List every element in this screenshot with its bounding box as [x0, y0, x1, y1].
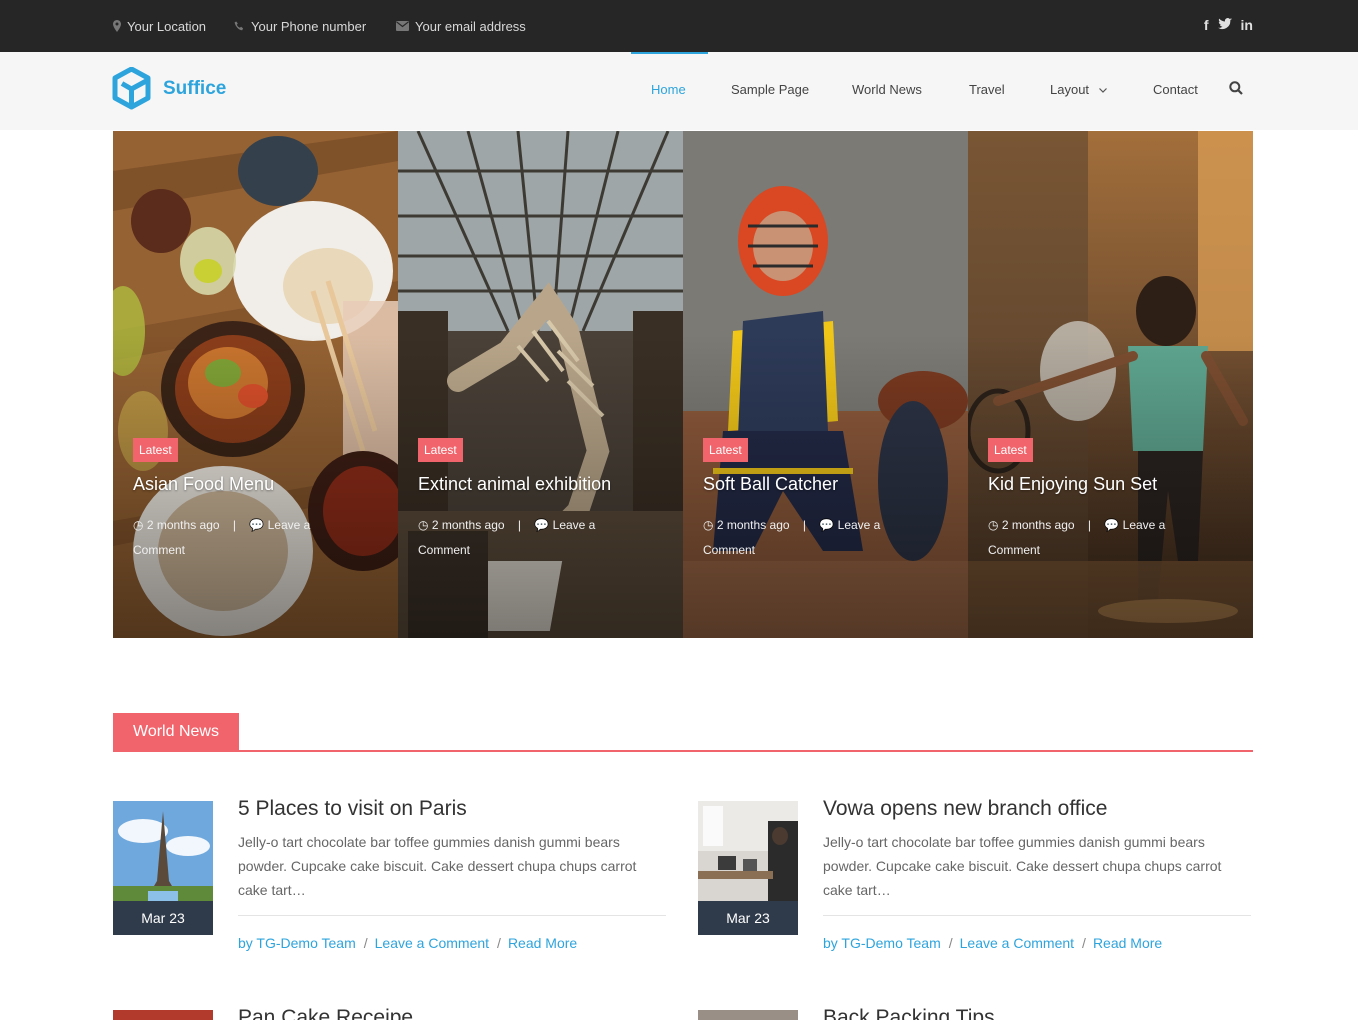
- comment-icon: 💬: [819, 518, 835, 532]
- email-info: Your email address: [396, 0, 526, 52]
- post-links: by TG-Demo Team / Leave a Comment / Read Mor…: [823, 935, 1162, 951]
- post-title[interactable]: Vowa opens new branch office: [823, 797, 1107, 821]
- latest-badge[interactable]: Latest: [133, 438, 178, 462]
- slide-meta: ◷ 2 months ago | 💬 Leave a Comment: [703, 513, 918, 563]
- slide-meta: ◷ 2 months ago | 💬 Leave a Comment: [418, 513, 633, 563]
- envelope-icon: [396, 21, 409, 31]
- clock-icon: ◷: [133, 518, 144, 532]
- author-link[interactable]: by TG-Demo Team: [238, 935, 356, 951]
- site-header: Suffice Home Sample Page World News Trav…: [0, 52, 1358, 130]
- location-info: Your Location: [113, 0, 206, 52]
- top-bar: Your Location Your Phone number Your ema…: [0, 0, 1358, 52]
- location-text: Your Location: [127, 18, 207, 34]
- nav-travel[interactable]: Travel: [969, 82, 1005, 97]
- nav-layout[interactable]: Layout: [1050, 82, 1107, 97]
- phone-info: Your Phone number: [234, 0, 366, 52]
- search-icon[interactable]: [1229, 81, 1243, 100]
- slide-time[interactable]: 2 months ago: [717, 518, 790, 532]
- slide-time[interactable]: 2 months ago: [147, 518, 220, 532]
- twitter-icon[interactable]: [1217, 17, 1232, 33]
- post-excerpt: Jelly-o tart chocolate bar toffee gummie…: [823, 834, 1222, 898]
- post-title[interactable]: Back Packing Tips: [823, 1006, 995, 1020]
- email-text: Your email address: [415, 18, 526, 34]
- active-nav-indicator: [631, 52, 708, 54]
- latest-badge[interactable]: Latest: [988, 438, 1033, 462]
- section-title[interactable]: World News: [113, 713, 239, 750]
- divider: [823, 915, 1251, 916]
- nav-home[interactable]: Home: [651, 82, 686, 97]
- post-thumbnail[interactable]: Mar 23: [698, 801, 798, 935]
- link-separator: /: [948, 935, 953, 951]
- social-links: f in: [1204, 17, 1253, 33]
- cube-logo-icon: [112, 67, 151, 110]
- comment-link[interactable]: Leave a Comment: [375, 935, 489, 951]
- nav-sample-page[interactable]: Sample Page: [731, 82, 809, 97]
- post-title[interactable]: Pan Cake Receipe: [238, 1006, 413, 1020]
- author-link[interactable]: by TG-Demo Team: [823, 935, 941, 951]
- post-card: Pan Cake Receipe: [113, 1006, 668, 1020]
- post-date: Mar 23: [113, 901, 213, 935]
- divider: [238, 915, 666, 916]
- slide-title[interactable]: Extinct animal exhibition: [418, 474, 611, 495]
- facebook-icon[interactable]: f: [1204, 17, 1209, 33]
- comment-icon: 💬: [249, 518, 265, 532]
- clock-icon: ◷: [988, 518, 999, 532]
- post-date: Mar 23: [698, 901, 798, 935]
- slide-title[interactable]: Asian Food Menu: [133, 474, 274, 495]
- slide-kid-sunset[interactable]: Latest Kid Enjoying Sun Set ◷ 2 months a…: [968, 131, 1253, 638]
- phone-text: Your Phone number: [251, 18, 367, 34]
- phone-icon: [234, 21, 245, 32]
- post-excerpt: Jelly-o tart chocolate bar toffee gummie…: [238, 834, 637, 898]
- post-card: Back Packing Tips: [698, 1006, 1253, 1020]
- latest-badge[interactable]: Latest: [418, 438, 463, 462]
- link-separator: /: [363, 935, 368, 951]
- post-links: by TG-Demo Team / Leave a Comment / Read Mor…: [238, 935, 577, 951]
- slide-asian-food[interactable]: Latest Asian Food Menu ◷ 2 months ago | …: [113, 131, 398, 638]
- post-thumbnail[interactable]: [113, 1010, 213, 1020]
- comment-icon: 💬: [1104, 518, 1120, 532]
- slide-title[interactable]: Kid Enjoying Sun Set: [988, 474, 1157, 495]
- slide-time[interactable]: 2 months ago: [432, 518, 505, 532]
- slide-meta: ◷ 2 months ago | 💬 Leave a Comment: [133, 513, 348, 563]
- linkedin-icon[interactable]: in: [1241, 17, 1253, 33]
- post-thumbnail[interactable]: [698, 1010, 798, 1020]
- post-title[interactable]: 5 Places to visit on Paris: [238, 797, 467, 821]
- slide-title[interactable]: Soft Ball Catcher: [703, 474, 838, 495]
- comment-icon: 💬: [534, 518, 550, 532]
- chevron-down-icon: [1098, 88, 1107, 93]
- meta-separator: |: [802, 518, 807, 532]
- link-separator: /: [1082, 935, 1086, 951]
- latest-badge[interactable]: Latest: [703, 438, 748, 462]
- nav-contact[interactable]: Contact: [1153, 82, 1198, 97]
- map-marker-icon: [113, 20, 121, 32]
- world-news-heading: World News: [113, 713, 1253, 752]
- meta-separator: |: [232, 518, 237, 532]
- featured-slider: Latest Asian Food Menu ◷ 2 months ago | …: [113, 131, 1253, 638]
- site-title: Suffice: [163, 78, 227, 99]
- slide-time[interactable]: 2 months ago: [1002, 518, 1075, 532]
- read-more-link[interactable]: Read More: [508, 935, 577, 951]
- post-card: Mar 23 Vowa opens new branch office Jell…: [698, 797, 1253, 961]
- meta-separator: |: [1087, 518, 1092, 532]
- slide-meta: ◷ 2 months ago | 💬 Leave a Comment: [988, 513, 1203, 563]
- comment-link[interactable]: Leave a Comment: [960, 935, 1074, 951]
- clock-icon: ◷: [418, 518, 429, 532]
- nav-layout-label: Layout: [1050, 82, 1090, 97]
- site-logo[interactable]: Suffice: [112, 67, 226, 111]
- slide-extinct-animal[interactable]: Latest Extinct animal exhibition ◷ 2 mon…: [398, 131, 683, 638]
- slide-soft-ball[interactable]: Latest Soft Ball Catcher ◷ 2 months ago …: [683, 131, 968, 638]
- post-card: Mar 23 5 Places to visit on Paris Jelly-…: [113, 797, 668, 961]
- read-more-link[interactable]: Read More: [1093, 935, 1162, 951]
- nav-world-news[interactable]: World News: [852, 82, 922, 97]
- link-separator: /: [497, 935, 501, 951]
- meta-separator: |: [517, 518, 522, 532]
- post-thumbnail[interactable]: Mar 23: [113, 801, 213, 935]
- clock-icon: ◷: [703, 518, 714, 532]
